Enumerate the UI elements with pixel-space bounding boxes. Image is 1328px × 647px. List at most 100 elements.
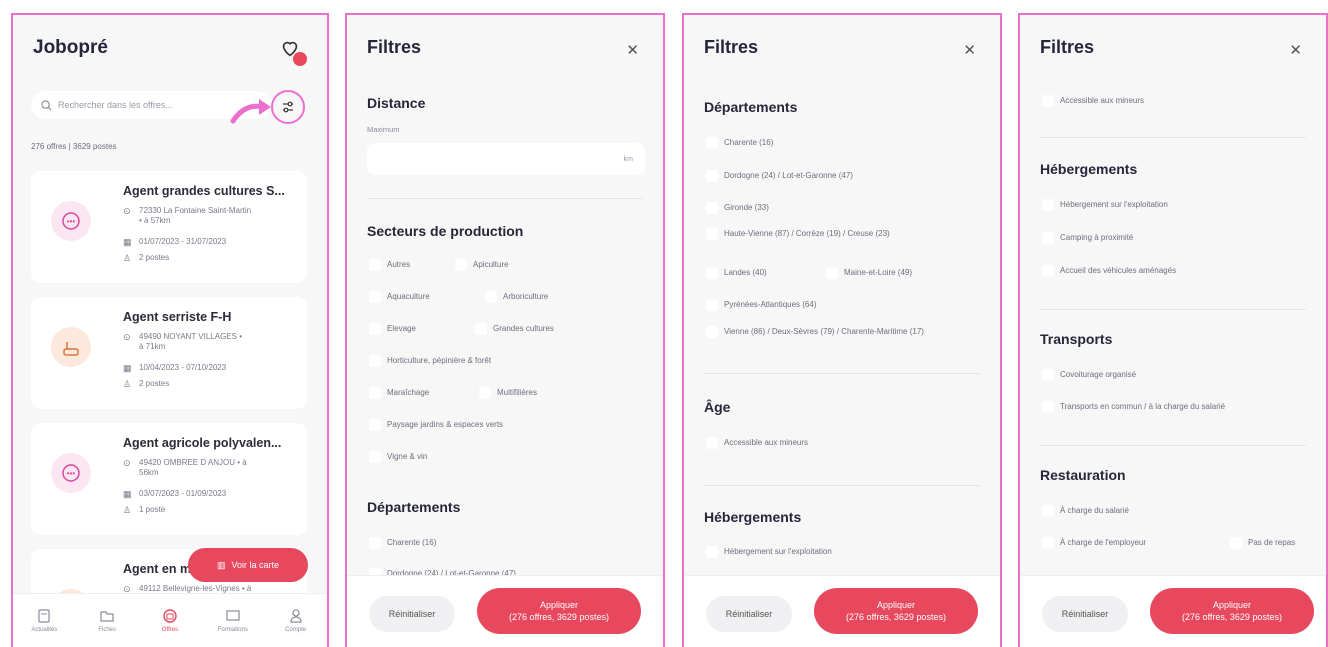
filter-option[interactable]: Apiculture [455,259,509,271]
job-title: Agent grandes cultures S... [123,184,285,198]
filter-option[interactable]: Pyrénées-Atlantiques (64) [706,299,817,311]
posts-text: 1 poste [139,505,166,514]
checkbox[interactable] [1042,265,1054,277]
section-departments-title: Départements [704,99,798,115]
checkbox[interactable] [479,387,491,399]
checkbox[interactable] [369,537,381,549]
checkbox[interactable] [369,355,381,367]
view-map-button[interactable]: ▥ Voir la carte [188,548,308,582]
person-icon: ♙ [123,505,132,515]
close-icon[interactable]: ✕ [963,41,976,59]
nav-item-formations[interactable]: Formations [208,608,258,633]
section-housing-title: Hébergements [704,509,802,525]
filter-option[interactable]: Grandes cultures [475,323,554,335]
filter-option[interactable]: À charge du salarié [1042,505,1129,517]
option-label: Accessible aux mineurs [1060,96,1145,105]
reset-button[interactable]: Réinitialiser [1042,596,1128,632]
nav-item-compte[interactable]: Compte [271,608,321,633]
nav-label: Formations [217,627,248,633]
filter-option[interactable]: Gironde (33) [706,202,769,214]
nav-item-fiches[interactable]: Fiches [82,608,132,633]
job-card[interactable]: ••• Agent grandes cultures S... ⊙ 72330 L… [31,171,307,283]
filter-option[interactable]: Maine-et-Loire (49) [826,267,912,279]
checkbox[interactable] [1042,369,1054,381]
reset-button[interactable]: Réinitialiser [706,596,792,632]
filter-option[interactable]: Pas de repas [1230,537,1295,549]
checkbox[interactable] [369,451,381,463]
apply-count: (276 offres, 3629 postes) [846,612,946,622]
filter-option[interactable]: Landes (40) [706,267,767,279]
checkbox[interactable] [1042,505,1054,517]
filter-option[interactable]: Aquaculture [369,291,430,303]
checkbox[interactable] [485,291,497,303]
checkbox[interactable] [369,323,381,335]
checkbox[interactable] [706,437,718,449]
checkbox[interactable] [706,228,718,240]
filter-option[interactable]: Haute-Vienne (87) / Corrèze (19) / Creus… [706,228,956,240]
option-label: Pyrénées-Atlantiques (64) [724,300,817,309]
calendar-icon: ▦ [123,237,132,247]
filter-option[interactable]: Multifilières [479,387,537,399]
filter-option[interactable]: Dordogne (24) / Lot-et-Garonne (47) [706,170,853,182]
close-icon[interactable]: ✕ [626,41,639,59]
filter-option[interactable]: Hébergement sur l'exploitation [1042,199,1168,211]
checkbox[interactable] [1042,401,1054,413]
checkbox[interactable] [826,267,838,279]
filter-option[interactable]: Accessible aux mineurs [1042,95,1144,107]
option-label: Multifilières [497,388,538,397]
checkbox[interactable] [455,259,467,271]
checkbox[interactable] [369,259,381,271]
filter-option[interactable]: Transports en commun / à la charge du sa… [1042,401,1225,413]
sector-icon [51,327,91,367]
reset-button[interactable]: Réinitialiser [369,596,455,632]
apply-button[interactable]: Appliquer (276 offres, 3629 postes) [814,588,978,634]
filter-option[interactable]: Autres [369,259,410,271]
checkbox[interactable] [1042,537,1054,549]
checkbox[interactable] [369,419,381,431]
checkbox[interactable] [1042,95,1054,107]
apply-button[interactable]: Appliquer (276 offres, 3629 postes) [1150,588,1314,634]
checkbox[interactable] [706,170,718,182]
filter-option[interactable]: Vigne & vin [369,451,427,463]
nav-item-actualites[interactable]: Actualités [19,608,69,633]
filter-option[interactable]: Charente (16) [369,537,436,549]
checkbox[interactable] [1042,199,1054,211]
filter-option[interactable]: À charge de l'employeur [1042,537,1146,549]
checkbox[interactable] [706,546,718,558]
checkbox[interactable] [1230,537,1242,549]
distance-input[interactable]: km [367,143,645,175]
apply-label: Appliquer [1212,600,1252,610]
filter-option[interactable]: Covoiturage organisé [1042,369,1136,381]
distance-text: 56km [139,468,159,477]
filter-option[interactable]: Horticulture, pépinière & forêt [369,355,491,367]
checkbox[interactable] [369,387,381,399]
filter-option[interactable]: Arboriculture [485,291,548,303]
filter-option[interactable]: Elevage [369,323,416,335]
filter-option[interactable]: Accessible aux mineurs [706,437,808,449]
checkbox[interactable] [706,202,718,214]
job-card[interactable]: ••• Agent agricole polyvalen... ⊙ 49420 O… [31,423,307,535]
checkbox[interactable] [369,291,381,303]
checkbox[interactable] [706,299,718,311]
filter-option[interactable]: Charente (16) [706,137,773,149]
filter-option[interactable]: Accueil des véhicules aménagés [1042,265,1176,277]
posts-text: 2 postes [139,253,170,262]
filter-option[interactable]: Hébergement sur l'exploitation [706,546,832,558]
checkbox[interactable] [475,323,487,335]
checkbox[interactable] [706,326,718,338]
checkbox[interactable] [1042,232,1054,244]
filter-option[interactable]: Paysage jardins & espaces verts [369,419,503,431]
apply-button[interactable]: Appliquer (276 offres, 3629 postes) [477,588,641,634]
filter-option[interactable]: Maraîchage [369,387,429,399]
pin-icon: ⊙ [123,332,131,342]
close-icon[interactable]: ✕ [1289,41,1302,59]
checkbox[interactable] [706,137,718,149]
job-card[interactable]: Agent serriste F-H ⊙ 49490 NOYANT VILLAGE… [31,297,307,409]
nav-item-offres[interactable]: Offres [145,608,195,633]
posts-text: 2 postes [139,379,170,388]
filter-option[interactable]: Camping à proximité [1042,232,1133,244]
filter-button[interactable] [271,90,305,124]
filter-option[interactable]: Vienne (86) / Deux-Sèvres (79) / Charent… [706,326,956,338]
option-label: Pas de repas [1248,538,1296,547]
checkbox[interactable] [706,267,718,279]
